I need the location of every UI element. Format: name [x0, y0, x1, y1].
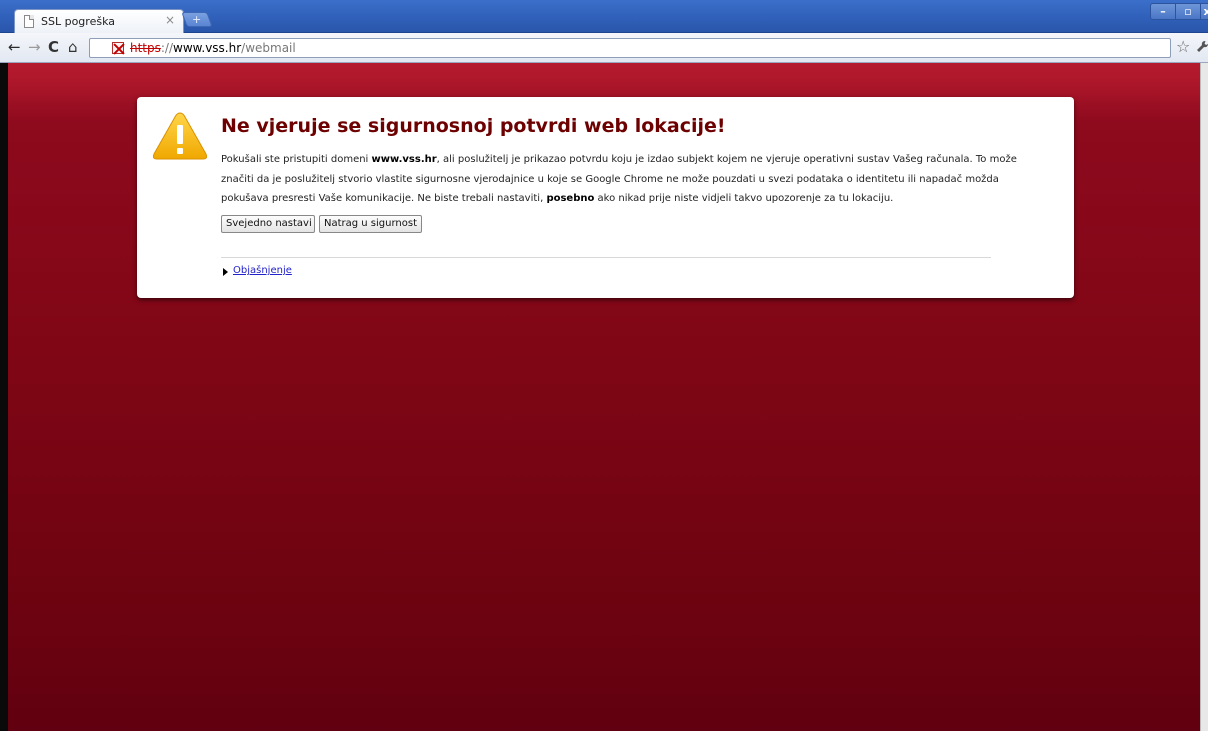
divider: [221, 257, 991, 258]
tab-title: SSL pogreška: [41, 15, 115, 28]
ssl-warning-box: Ne vjeruje se sigurnosnoj potvrdi web lo…: [137, 97, 1074, 298]
plus-icon: +: [192, 13, 202, 26]
close-window-button[interactable]: x: [1200, 3, 1208, 20]
tab-ssl-error[interactable]: SSL pogreška ×: [14, 9, 184, 33]
page-title: Ne vjeruje se sigurnosnoj potvrdi web lo…: [221, 115, 726, 137]
maximize-button[interactable]: ▫: [1175, 3, 1201, 20]
broken-lock-icon[interactable]: [112, 42, 124, 54]
tab-strip: SSL pogreška × + – ▫ x: [0, 0, 1208, 33]
minimize-button[interactable]: –: [1150, 3, 1176, 20]
wrench-icon[interactable]: [1196, 40, 1208, 57]
scrollbar[interactable]: [1200, 63, 1208, 731]
proceed-anyway-button[interactable]: Svejedno nastavi: [221, 215, 315, 233]
url-separator: ://: [160, 41, 174, 55]
window-frame-left: [0, 63, 8, 731]
description-part-3: ako nikad prije niste vidjeli takvo upoz…: [594, 193, 894, 204]
description-part-1: Pokušali ste pristupiti domeni: [221, 154, 372, 165]
url-host: www.vss.hr: [173, 41, 242, 55]
reload-icon[interactable]: C: [48, 39, 59, 55]
domain-name: www.vss.hr: [371, 154, 437, 165]
url-path: /webmail: [241, 41, 296, 55]
emphasis-text: posebno: [546, 193, 595, 204]
warning-description: Pokušali ste pristupiti domeni www.vss.h…: [221, 150, 1021, 209]
back-arrow-icon[interactable]: ←: [8, 39, 21, 55]
back-to-safety-button[interactable]: Natrag u sigurnost: [319, 215, 422, 233]
url-text: https://www.vss.hr/webmail: [130, 41, 296, 55]
explanation-link[interactable]: Objašnjenje: [233, 265, 292, 276]
forward-arrow-icon[interactable]: →: [28, 39, 41, 55]
page-icon: [24, 15, 34, 28]
expand-triangle-icon[interactable]: [223, 268, 228, 276]
bookmark-star-icon[interactable]: ☆: [1176, 38, 1190, 56]
tab-close-icon[interactable]: ×: [165, 13, 175, 27]
new-tab-button[interactable]: +: [181, 12, 213, 27]
url-scheme: https: [130, 41, 161, 55]
toolbar: ← → C ⌂ https://www.vss.hr/webmail ☆: [0, 33, 1208, 63]
warning-icon: [152, 112, 208, 160]
address-bar[interactable]: https://www.vss.hr/webmail: [89, 38, 1171, 58]
home-icon[interactable]: ⌂: [68, 39, 78, 55]
